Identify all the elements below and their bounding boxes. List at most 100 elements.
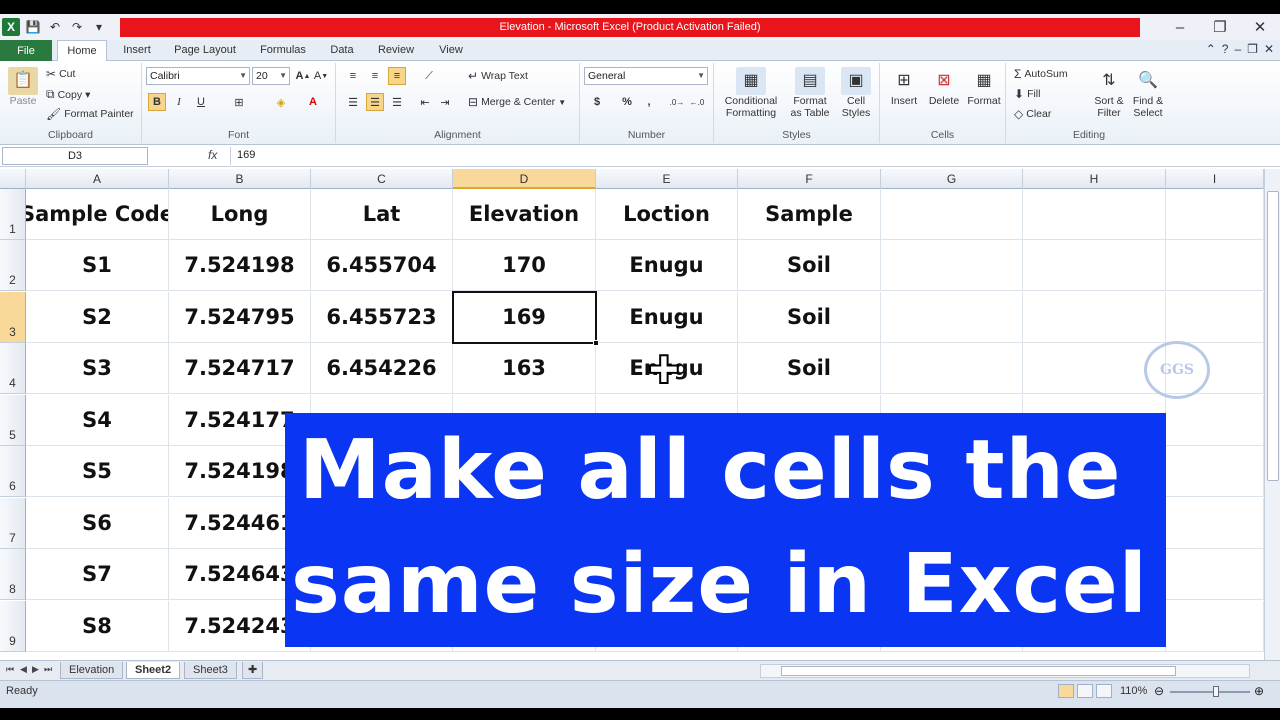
cell-g4[interactable]	[881, 343, 1023, 394]
cell-a5[interactable]: S4	[26, 395, 169, 446]
cell-a3[interactable]: S2	[26, 292, 169, 343]
row-header-1[interactable]: 1	[0, 189, 26, 240]
cell-a1[interactable]: Sample Code	[26, 189, 169, 240]
last-sheet-icon[interactable]: ⏭	[44, 664, 52, 675]
paste-button[interactable]: 📋 Paste	[6, 67, 40, 107]
tab-page-layout[interactable]: Page Layout	[170, 40, 240, 61]
row-header-8[interactable]: 8	[0, 549, 26, 600]
borders-icon[interactable]: ⊞	[230, 93, 248, 111]
align-center-icon[interactable]: ☰	[366, 93, 384, 111]
font-name-combo[interactable]: Calibri ▼	[146, 67, 250, 85]
name-box[interactable]: D3	[2, 147, 148, 165]
column-header-b[interactable]: B	[169, 169, 311, 189]
cell-a6[interactable]: S5	[26, 446, 169, 497]
page-break-view-icon[interactable]	[1096, 684, 1112, 698]
format-painter-button[interactable]: 🖌 Format Painter	[46, 107, 134, 121]
tab-view[interactable]: View	[432, 40, 470, 61]
cell-f4[interactable]: Soil	[738, 343, 881, 394]
formula-input[interactable]: 169	[230, 147, 1266, 165]
clear-button[interactable]: ◇ Clear	[1014, 107, 1051, 121]
cell-b1[interactable]: Long	[169, 189, 311, 240]
cell-g2[interactable]	[881, 240, 1023, 291]
cell-a9[interactable]: S8	[26, 601, 169, 652]
row-header-6[interactable]: 6	[0, 446, 26, 497]
tab-data[interactable]: Data	[324, 40, 360, 61]
orientation-icon[interactable]: ⟋	[420, 67, 438, 85]
zoom-level[interactable]: 110%	[1120, 685, 1147, 697]
cell-c1[interactable]: Lat	[311, 189, 453, 240]
cell-g3[interactable]	[881, 292, 1023, 343]
cell-styles-button[interactable]: ▣ Cell Styles	[836, 67, 876, 119]
tab-review[interactable]: Review	[372, 40, 420, 61]
cell-e2[interactable]: Enugu	[596, 240, 738, 291]
column-header-i[interactable]: I	[1166, 169, 1264, 189]
grow-font-icon[interactable]: A ▲	[294, 67, 312, 85]
vertical-scrollbar[interactable]	[1264, 169, 1280, 660]
wrap-text-button[interactable]: ↵ Wrap Text	[468, 69, 528, 83]
cell-g1[interactable]	[881, 189, 1023, 240]
row-header-4[interactable]: 4	[0, 343, 26, 394]
tab-formulas[interactable]: Formulas	[253, 40, 313, 61]
align-middle-icon[interactable]: ≡	[366, 67, 384, 85]
cell-i6[interactable]	[1166, 446, 1264, 497]
window-restore-icon[interactable]: ❐	[1247, 42, 1258, 56]
row-header-5[interactable]: 5	[0, 395, 26, 446]
fill-handle[interactable]	[593, 340, 599, 346]
cell-i7[interactable]	[1166, 498, 1264, 549]
copy-button[interactable]: ⧉ Copy ▾	[46, 87, 90, 102]
cell-f2[interactable]: Soil	[738, 240, 881, 291]
autosum-button[interactable]: Σ AutoSum	[1014, 67, 1068, 81]
cell-i9[interactable]	[1166, 601, 1264, 652]
percent-button[interactable]: %	[618, 93, 636, 111]
column-header-a[interactable]: A	[26, 169, 169, 189]
align-bottom-icon[interactable]: ≡	[388, 67, 406, 85]
cell-b3[interactable]: 7.524795	[169, 292, 311, 343]
align-top-icon[interactable]: ≡	[344, 67, 362, 85]
redo-icon[interactable]: ↷	[68, 18, 86, 36]
cell-d2[interactable]: 170	[453, 240, 596, 291]
sheet-tab-elevation[interactable]: Elevation	[60, 662, 124, 679]
insert-cells-button[interactable]: ⊞ Insert	[884, 67, 924, 108]
sheet-tab-sheet3[interactable]: Sheet3	[184, 662, 237, 679]
cell-i1[interactable]	[1166, 189, 1264, 240]
normal-view-icon[interactable]	[1058, 684, 1074, 698]
tab-file[interactable]: File	[0, 40, 52, 61]
cut-button[interactable]: ✂ Cut	[46, 67, 75, 81]
cell-h1[interactable]	[1023, 189, 1166, 240]
scroll-thumb[interactable]	[1267, 191, 1279, 481]
insert-function-icon[interactable]: fx	[208, 148, 217, 162]
format-as-table-button[interactable]: ▤ Format as Table	[786, 67, 834, 119]
cell-i2[interactable]	[1166, 240, 1264, 291]
cell-a7[interactable]: S6	[26, 498, 169, 549]
bold-button[interactable]: B	[148, 93, 166, 111]
tab-insert[interactable]: Insert	[114, 40, 160, 61]
cell-d1[interactable]: Elevation	[453, 189, 596, 240]
cell-a8[interactable]: S7	[26, 549, 169, 600]
sort-filter-button[interactable]: ⇅ Sort & Filter	[1090, 67, 1128, 120]
merge-center-button[interactable]: ⊟ Merge & Center ▼	[468, 95, 566, 109]
column-header-e[interactable]: E	[596, 169, 738, 189]
row-header-7[interactable]: 7	[0, 498, 26, 549]
cell-c2[interactable]: 6.455704	[311, 240, 453, 291]
cell-f1[interactable]: Sample	[738, 189, 881, 240]
cell-i8[interactable]	[1166, 549, 1264, 600]
align-right-icon[interactable]: ☰	[388, 93, 406, 111]
minimize-button[interactable]: –	[1160, 14, 1200, 40]
cell-d3[interactable]: 169	[453, 292, 596, 343]
currency-button[interactable]: $	[588, 93, 606, 111]
font-size-combo[interactable]: 20 ▼	[252, 67, 290, 85]
align-left-icon[interactable]: ☰	[344, 93, 362, 111]
cell-a2[interactable]: S1	[26, 240, 169, 291]
column-header-c[interactable]: C	[311, 169, 453, 189]
fill-button[interactable]: ⬇ Fill	[1014, 87, 1040, 101]
next-sheet-icon[interactable]: ▶	[32, 664, 39, 675]
horizontal-scrollbar[interactable]	[760, 664, 1250, 678]
cell-e1[interactable]: Loction	[596, 189, 738, 240]
underline-button[interactable]: U	[192, 93, 210, 111]
conditional-formatting-button[interactable]: ▦ Conditional Formatting	[718, 67, 784, 119]
save-icon[interactable]: 💾	[24, 18, 42, 36]
column-header-d[interactable]: D	[453, 169, 596, 189]
zoom-in-icon[interactable]: ⊕	[1254, 684, 1264, 698]
cell-b4[interactable]: 7.524717	[169, 343, 311, 394]
cell-h3[interactable]	[1023, 292, 1166, 343]
